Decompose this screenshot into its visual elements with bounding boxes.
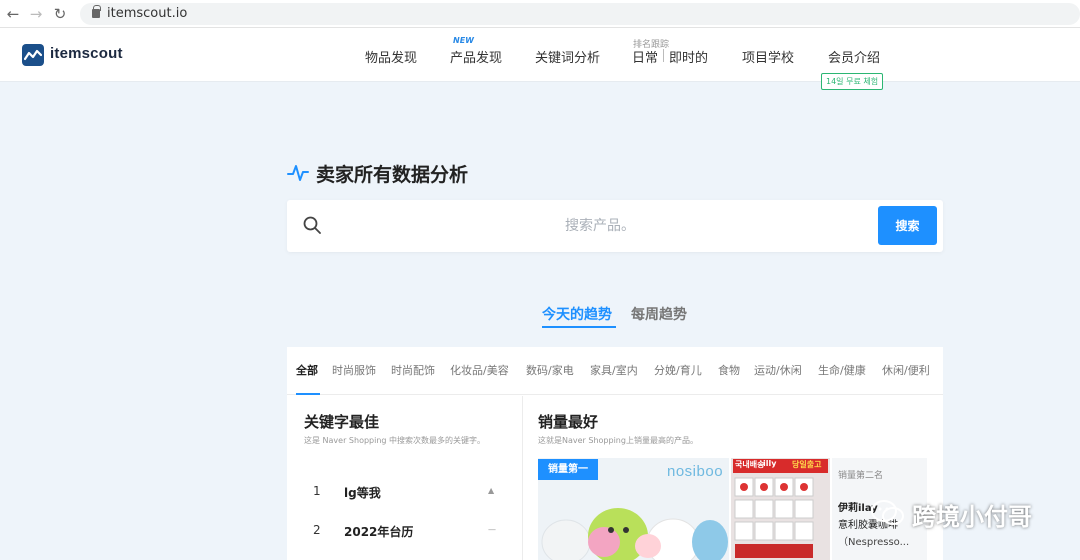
- banner-label-sameday: 당일출고: [792, 460, 822, 469]
- product-card-second[interactable]: [731, 458, 830, 560]
- second-product-name-line3: （Nespresso...: [838, 537, 910, 548]
- url-text[interactable]: itemscout.io: [107, 6, 187, 21]
- arrow-left-icon[interactable]: ←: [4, 5, 22, 23]
- column-divider: [522, 396, 523, 560]
- trend-flat-icon: —: [488, 525, 496, 534]
- keyword-rank: 1: [313, 484, 321, 498]
- keywords-desc: 这是 Naver Shopping 中搜索次数最多的关键字。: [304, 436, 486, 445]
- nav-product-discovery[interactable]: 产品发现: [450, 47, 502, 66]
- keyword-name: 2022年台历: [344, 525, 414, 539]
- nav-keyword-analysis[interactable]: 关键词分析: [535, 47, 600, 66]
- category-tab-furniture[interactable]: 家具/室内: [590, 362, 638, 378]
- lock-icon: [92, 5, 101, 18]
- trend-up-icon: ▲: [488, 486, 495, 495]
- keyword-row[interactable]: 1 lg等我 ▲: [304, 484, 504, 504]
- address-bar[interactable]: [80, 3, 1080, 25]
- rank-first-badge: 销量第一: [538, 459, 598, 480]
- category-tab-health[interactable]: 生命/健康: [818, 362, 866, 378]
- logo-text[interactable]: itemscout: [50, 45, 123, 62]
- category-tab-fashion-clothing[interactable]: 时尚服饰: [332, 362, 376, 378]
- product-image: [731, 458, 830, 560]
- page-title: 卖家所有数据分析: [316, 164, 469, 186]
- tab-weekly-trend[interactable]: 每周趋势: [631, 304, 687, 324]
- category-active-indicator: [296, 393, 320, 395]
- pulse-icon: [287, 165, 309, 181]
- bestsellers-title: 销量最好: [538, 413, 599, 431]
- keyword-rank: 2: [313, 523, 321, 537]
- arrow-right-icon[interactable]: →: [27, 5, 45, 23]
- keywords-title: 关键字最佳: [304, 413, 380, 431]
- second-rank-label: 销量第二名: [838, 471, 884, 481]
- wechat-icon: [871, 500, 904, 525]
- banner-label-shipping: 국내배송: [735, 460, 765, 469]
- active-tab-indicator: [542, 326, 616, 328]
- category-tab-beauty[interactable]: 化妆品/美容: [450, 362, 509, 378]
- reload-icon[interactable]: ↻: [51, 5, 69, 23]
- nav-daily[interactable]: 日常: [632, 47, 658, 66]
- browser-toolbar: ← → ↻ itemscout.io: [0, 0, 1080, 28]
- category-tab-baby[interactable]: 分娩/育儿: [654, 362, 702, 378]
- search-icon: [303, 216, 321, 234]
- keyword-name: lg等我: [344, 486, 381, 500]
- category-tab-leisure[interactable]: 休闲/便利: [882, 362, 930, 378]
- search-button[interactable]: 搜索: [878, 206, 937, 245]
- nav-membership[interactable]: 会员介绍: [828, 47, 880, 66]
- new-tag: NEW: [453, 36, 474, 45]
- watermark-text: 跨境小付哥: [912, 503, 1032, 531]
- category-tab-digital[interactable]: 数码/家电: [526, 362, 574, 378]
- banner-label-brand: illy: [763, 459, 777, 468]
- bestsellers-desc: 这就是Naver Shopping上销量最高的产品。: [538, 436, 698, 445]
- nav-item-discovery[interactable]: 物品发现: [365, 47, 417, 66]
- trial-badge[interactable]: 14일 무료 체험: [821, 73, 884, 90]
- keyword-row[interactable]: 2 2022年台历 —: [304, 523, 504, 543]
- search-input[interactable]: [340, 210, 860, 242]
- category-tab-all[interactable]: 全部: [296, 362, 318, 378]
- nav-project-school[interactable]: 项目学校: [742, 47, 794, 66]
- tab-today-trend[interactable]: 今天的趋势: [542, 304, 612, 324]
- itemscout-logo-icon[interactable]: [22, 44, 44, 66]
- category-tab-fashion-accessories[interactable]: 时尚配饰: [391, 362, 435, 378]
- nav-divider: [663, 49, 664, 62]
- nav-realtime[interactable]: 即时的: [669, 47, 708, 66]
- category-tab-sports[interactable]: 运动/休闲: [754, 362, 802, 378]
- category-tab-food[interactable]: 食物: [718, 362, 740, 378]
- brand-text: nosiboo: [667, 463, 724, 480]
